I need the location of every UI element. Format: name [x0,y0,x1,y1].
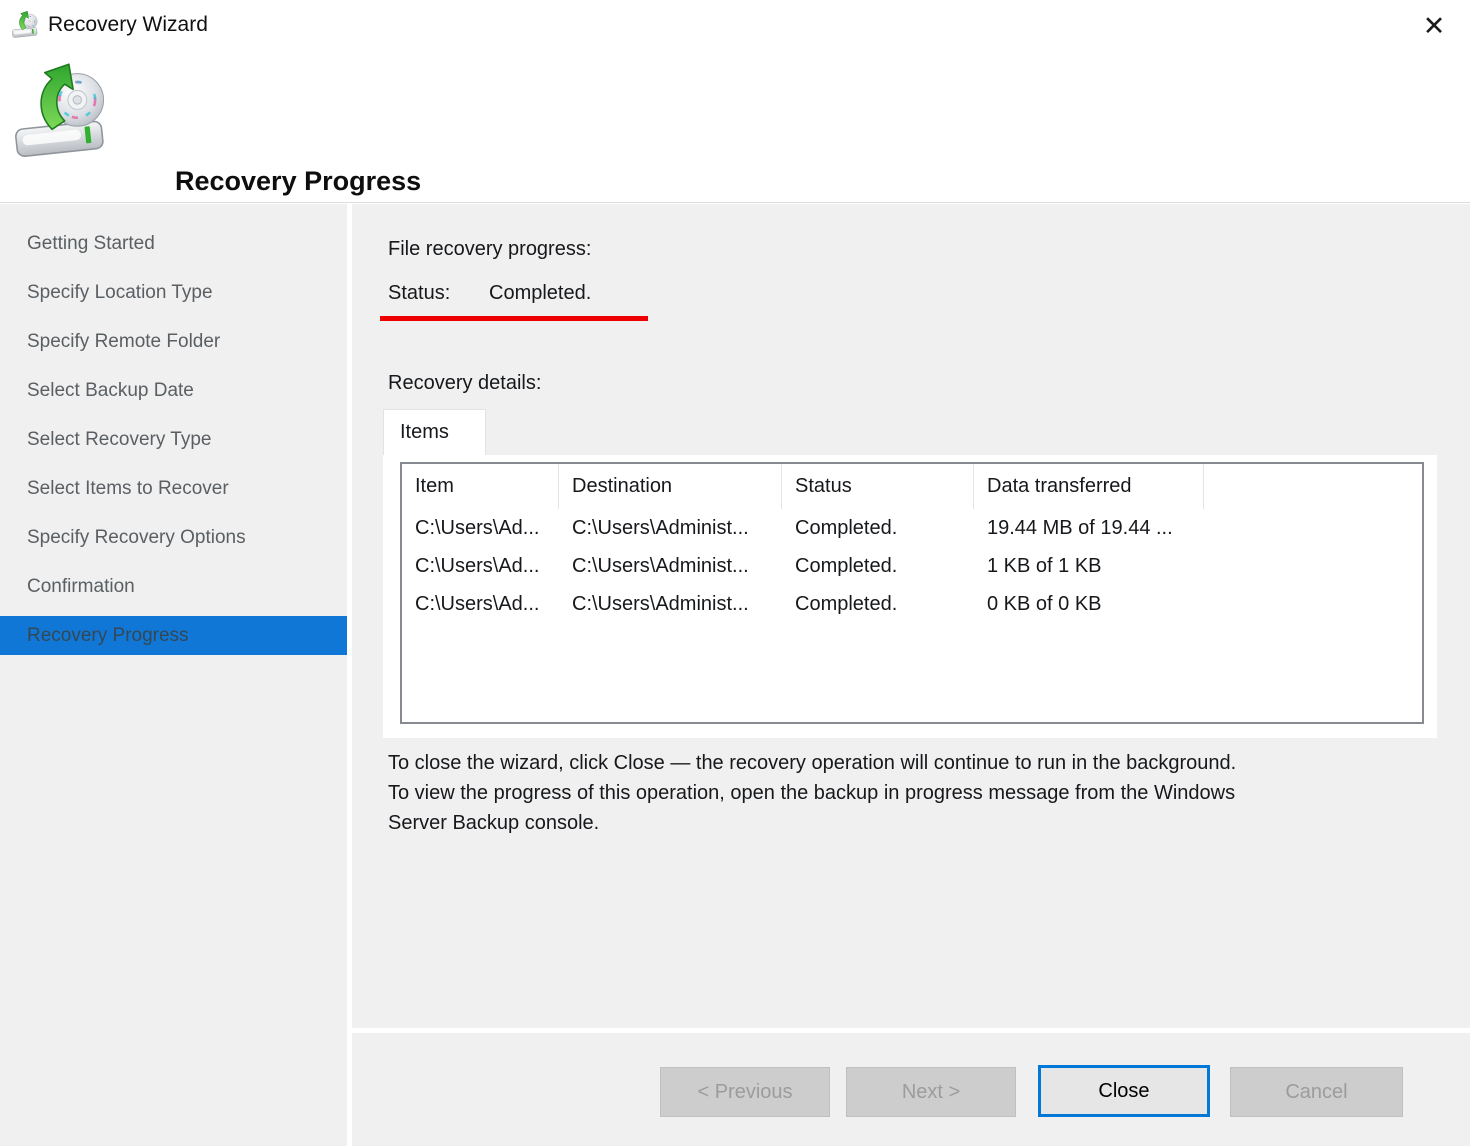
note-line: To view the progress of this operation, … [388,778,1236,808]
previous-button[interactable]: < Previous [660,1067,830,1117]
column-header-item[interactable]: Item [402,464,559,509]
sidebar-item-recovery-progress[interactable]: Recovery Progress [0,616,347,655]
close-wizard-note: To close the wizard, click Close — the r… [388,748,1236,838]
table-row[interactable]: C:\Users\Ad... C:\Users\Administ... Comp… [402,509,1422,547]
sidebar-item-select-recovery-type[interactable]: Select Recovery Type [0,415,347,464]
recovery-drive-icon [8,60,113,165]
items-tab-panel: Item Destination Status Data transferred… [383,455,1437,738]
column-header-filler [1204,464,1422,509]
button-bar-divider [352,1028,1470,1033]
column-header-status[interactable]: Status [782,464,974,509]
recovery-details-label: Recovery details: [388,372,541,395]
data-transferred-cell: 1 KB of 1 KB [974,555,1204,578]
column-header-data-transferred[interactable]: Data transferred [974,464,1204,509]
table-header-row: Item Destination Status Data transferred [402,464,1422,509]
sidebar-item-select-backup-date[interactable]: Select Backup Date [0,366,347,415]
sidebar-item-specify-recovery-options[interactable]: Specify Recovery Options [0,513,347,562]
note-line: Server Backup console. [388,808,1236,838]
next-button[interactable]: Next > [846,1067,1016,1117]
sidebar-item-specify-location-type[interactable]: Specify Location Type [0,268,347,317]
status-cell: Completed. [782,593,974,616]
recovery-wizard-icon [10,10,40,40]
page-title: Recovery Progress [175,166,421,197]
table-row[interactable]: C:\Users\Ad... C:\Users\Administ... Comp… [402,547,1422,585]
destination-cell: C:\Users\Administ... [559,593,782,616]
status-cell: Completed. [782,517,974,540]
data-transferred-cell: 19.44 MB of 19.44 ... [974,517,1204,540]
destination-cell: C:\Users\Administ... [559,517,782,540]
destination-cell: C:\Users\Administ... [559,555,782,578]
recovery-wizard-window: Recovery Wizard ✕ Recovery Progress Gett… [0,0,1470,1146]
column-header-destination[interactable]: Destination [559,464,782,509]
wizard-steps-sidebar: Getting Started Specify Location Type Sp… [0,204,347,1146]
tab-items[interactable]: Items [383,409,486,455]
main-content: File recovery progress: Status:Completed… [352,204,1470,1146]
cancel-button[interactable]: Cancel [1230,1067,1403,1117]
wizard-header: Recovery Progress [0,50,1470,203]
table-row[interactable]: C:\Users\Ad... C:\Users\Administ... Comp… [402,585,1422,623]
status-value: Completed. [489,282,591,304]
item-cell: C:\Users\Ad... [402,593,559,616]
sidebar-item-specify-remote-folder[interactable]: Specify Remote Folder [0,317,347,366]
item-cell: C:\Users\Ad... [402,517,559,540]
status-row: Status:Completed. [388,282,591,305]
item-cell: C:\Users\Ad... [402,555,559,578]
sidebar-item-getting-started[interactable]: Getting Started [0,219,347,268]
status-cell: Completed. [782,555,974,578]
file-recovery-progress-label: File recovery progress: [388,238,591,261]
sidebar-item-confirmation[interactable]: Confirmation [0,562,347,611]
data-transferred-cell: 0 KB of 0 KB [974,593,1204,616]
title-bar: Recovery Wizard ✕ [0,0,1470,50]
close-button[interactable]: Close [1038,1065,1210,1117]
sidebar-item-select-items-to-recover[interactable]: Select Items to Recover [0,464,347,513]
note-line: To close the wizard, click Close — the r… [388,748,1236,778]
window-title: Recovery Wizard [48,0,208,50]
status-underline [380,316,648,321]
close-icon[interactable]: ✕ [1414,6,1454,46]
status-label: Status: [388,282,489,305]
recovery-items-table: Item Destination Status Data transferred… [400,462,1424,724]
